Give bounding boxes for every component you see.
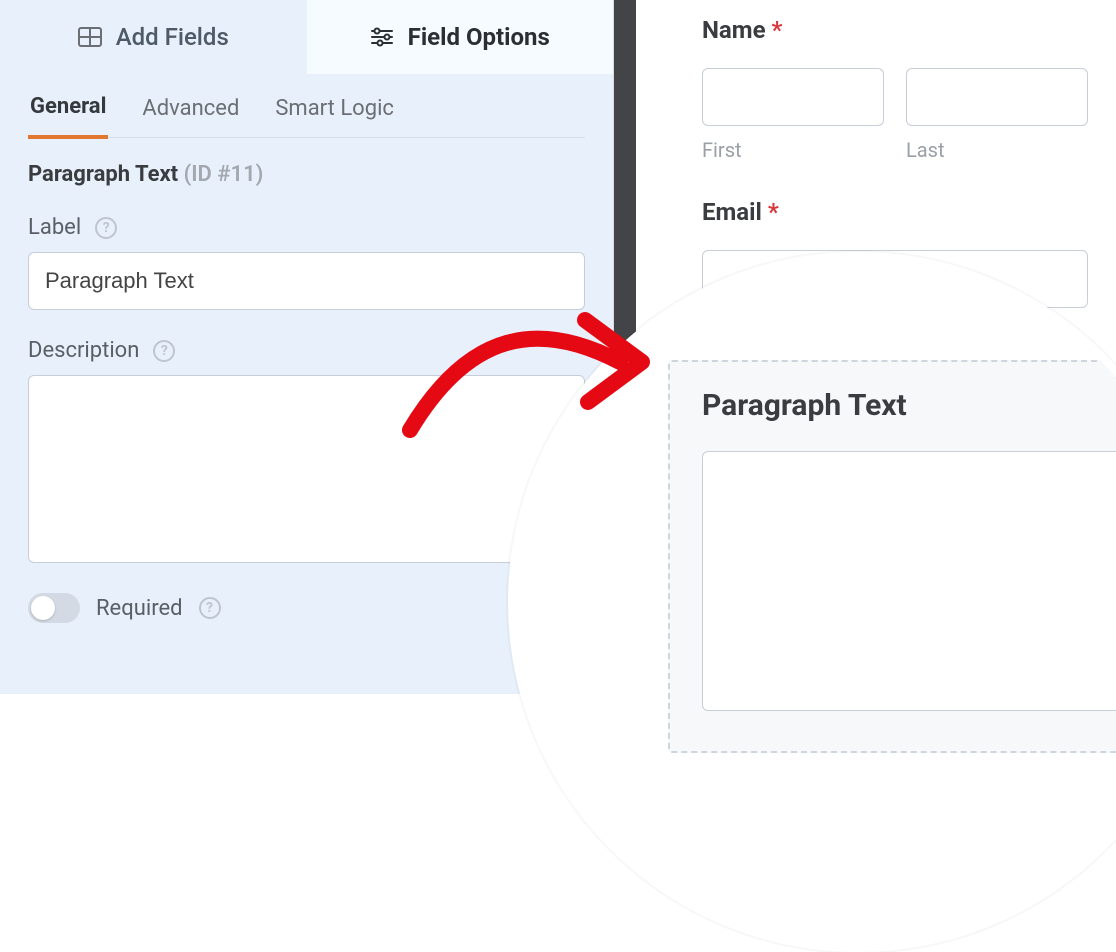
last-name-col: Last — [906, 68, 1088, 162]
required-label: Required — [96, 596, 183, 621]
tab-add-fields[interactable]: Add Fields — [0, 0, 307, 74]
preview-paragraph-field[interactable]: Paragraph Text — [668, 360, 1116, 753]
preview-name-text: Name — [702, 16, 766, 44]
last-name-input[interactable] — [906, 68, 1088, 126]
help-icon[interactable]: ? — [199, 597, 221, 619]
preview-email-label: Email* — [702, 198, 1088, 226]
preview-name-field: Name* First Last — [702, 16, 1088, 162]
label-row: Label ? — [28, 215, 585, 240]
grid-icon — [78, 27, 102, 47]
label-caption: Label — [28, 215, 81, 240]
preview-paragraph-label: Paragraph Text — [702, 388, 1116, 423]
field-heading: Paragraph Text (ID #11) — [28, 162, 585, 187]
sliders-icon — [370, 26, 394, 48]
preview-email-text: Email — [702, 198, 762, 226]
required-star-icon: * — [768, 198, 779, 226]
zoom-inner: Paragraph Text — [516, 260, 1116, 793]
first-sublabel: First — [702, 138, 884, 162]
required-toggle[interactable] — [28, 593, 80, 623]
group-label: Label ? — [28, 215, 585, 310]
required-row: Required ? — [28, 593, 585, 623]
preview-paragraph-textarea[interactable] — [702, 451, 1116, 711]
subtabs: General Advanced Smart Logic — [28, 74, 585, 138]
description-row: Description ? — [28, 338, 585, 363]
help-icon[interactable]: ? — [95, 217, 117, 239]
first-name-input[interactable] — [702, 68, 884, 126]
required-star-icon: * — [772, 16, 783, 44]
preview-name-label: Name* — [702, 16, 1088, 44]
label-input[interactable] — [28, 252, 585, 310]
group-description: Description ? — [28, 338, 585, 567]
tab-add-fields-label: Add Fields — [116, 23, 229, 51]
first-name-col: First — [702, 68, 884, 162]
field-type-name: Paragraph Text — [28, 162, 178, 187]
description-textarea[interactable] — [28, 375, 585, 563]
name-columns: First Last — [702, 68, 1088, 162]
subtab-advanced[interactable]: Advanced — [140, 96, 241, 137]
subtab-general[interactable]: General — [28, 94, 108, 139]
field-id: (ID #11) — [184, 162, 264, 187]
last-sublabel: Last — [906, 138, 1088, 162]
header-tabs: Add Fields Field Options — [0, 0, 613, 74]
help-icon[interactable]: ? — [153, 340, 175, 362]
tab-field-options[interactable]: Field Options — [307, 0, 614, 74]
tab-field-options-label: Field Options — [408, 23, 550, 51]
zoom-callout: Paragraph Text — [508, 252, 1116, 952]
toggle-knob — [31, 596, 55, 620]
description-caption: Description — [28, 338, 139, 363]
subtab-smart-logic[interactable]: Smart Logic — [273, 96, 396, 137]
